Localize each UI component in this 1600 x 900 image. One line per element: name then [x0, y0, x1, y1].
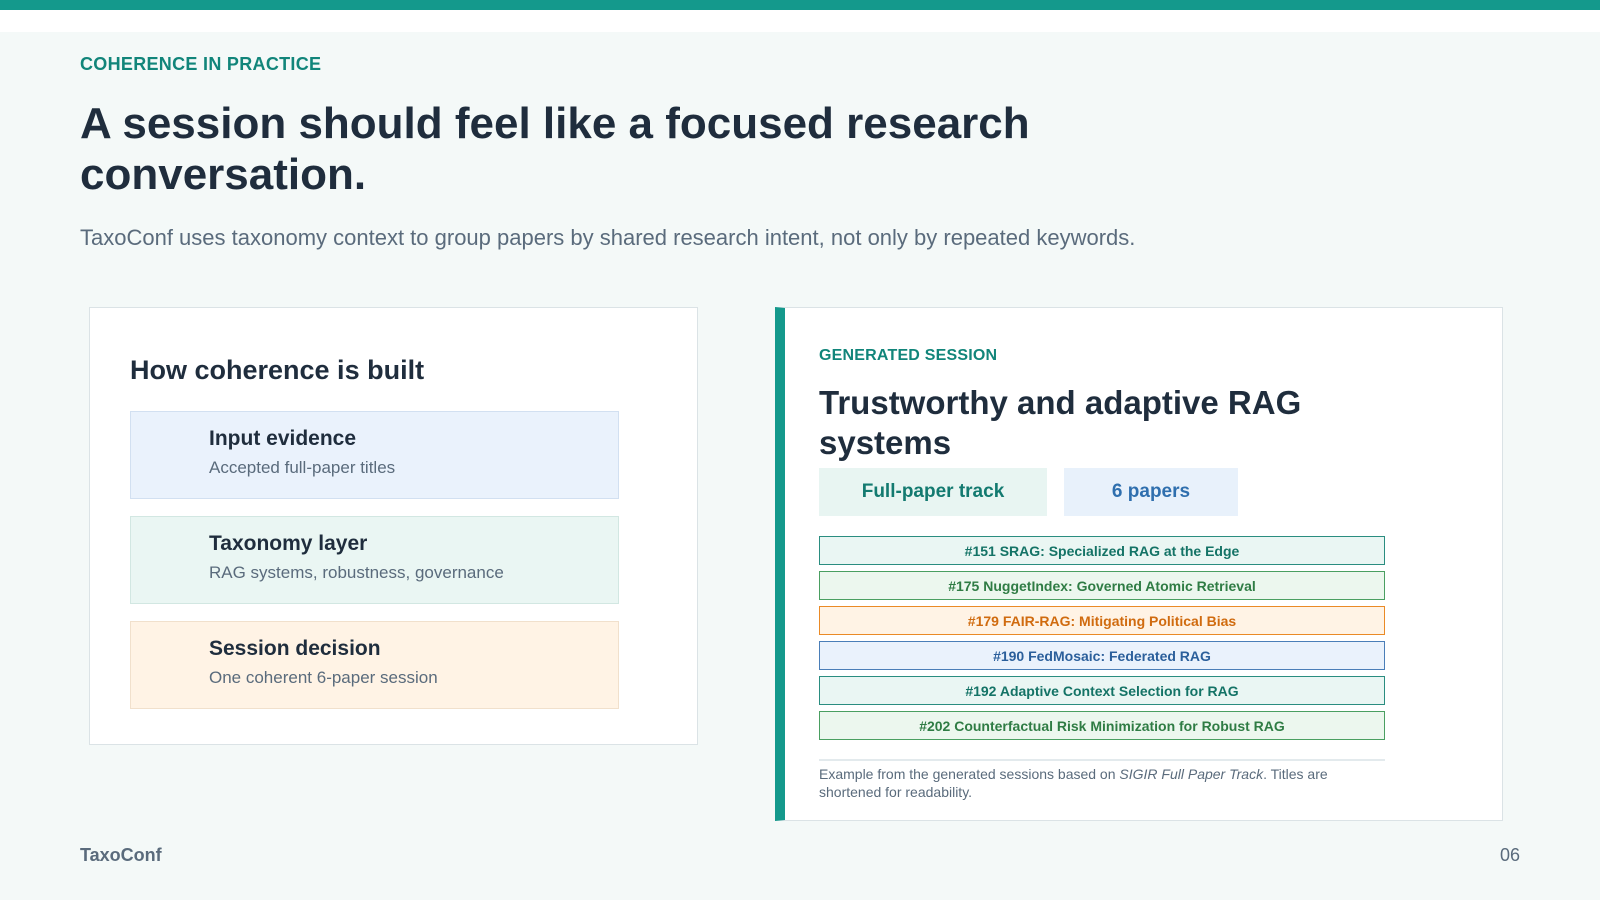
paper-item: #151 SRAG: Specialized RAG at the Edge	[819, 536, 1385, 565]
step-taxonomy-layer: Taxonomy layer RAG systems, robustness, …	[130, 516, 619, 604]
footnote-prefix: Example from the generated sessions base…	[819, 766, 1120, 782]
step-description: RAG systems, robustness, governance	[209, 563, 504, 582]
footnote-source: SIGIR Full Paper Track	[1119, 766, 1264, 782]
slide-title: A session should feel like a focused res…	[80, 99, 1030, 199]
step-title: Session decision	[209, 637, 381, 660]
generated-session-card: GENERATED SESSION Trustworthy and adapti…	[775, 307, 1503, 821]
step-title: Taxonomy layer	[209, 532, 368, 555]
step-title: Input evidence	[209, 427, 357, 450]
paper-item: #179 FAIR-RAG: Mitigating Political Bias	[819, 606, 1385, 635]
paper-item: #175 NuggetIndex: Governed Atomic Retrie…	[819, 571, 1385, 600]
paper-item: #202 Counterfactual Risk Minimization fo…	[819, 711, 1385, 740]
session-footnote: Example from the generated sessions base…	[819, 765, 1385, 801]
step-description: Accepted full-paper titles	[209, 458, 396, 477]
process-heading: How coherence is built	[130, 355, 425, 385]
section-kicker: COHERENCE IN PRACTICE	[80, 54, 322, 74]
paper-item: #190 FedMosaic: Federated RAG	[819, 641, 1385, 670]
paper-item: #192 Adaptive Context Selection for RAG	[819, 676, 1385, 705]
step-description: One coherent 6-paper session	[209, 668, 438, 687]
top-accent-bar	[0, 0, 1600, 10]
track-badge: Full-paper track	[819, 468, 1047, 516]
step-input-evidence: Input evidence Accepted full-paper title…	[130, 411, 619, 499]
session-title: Trustworthy and adaptive RAG systems	[819, 384, 1302, 461]
coherence-process-card: How coherence is built Input evidence Ac…	[89, 307, 698, 745]
paper-count-badge: 6 papers	[1064, 468, 1238, 516]
divider	[819, 759, 1385, 761]
footer-brand: TaxoConf	[80, 845, 162, 865]
slide-subtitle: TaxoConf uses taxonomy context to group …	[80, 225, 1136, 250]
page-number: 06	[1499, 845, 1520, 865]
paper-list: #151 SRAG: Specialized RAG at the Edge #…	[819, 536, 1385, 746]
step-session-decision: Session decision One coherent 6-paper se…	[130, 621, 619, 709]
session-kicker: GENERATED SESSION	[819, 347, 998, 364]
